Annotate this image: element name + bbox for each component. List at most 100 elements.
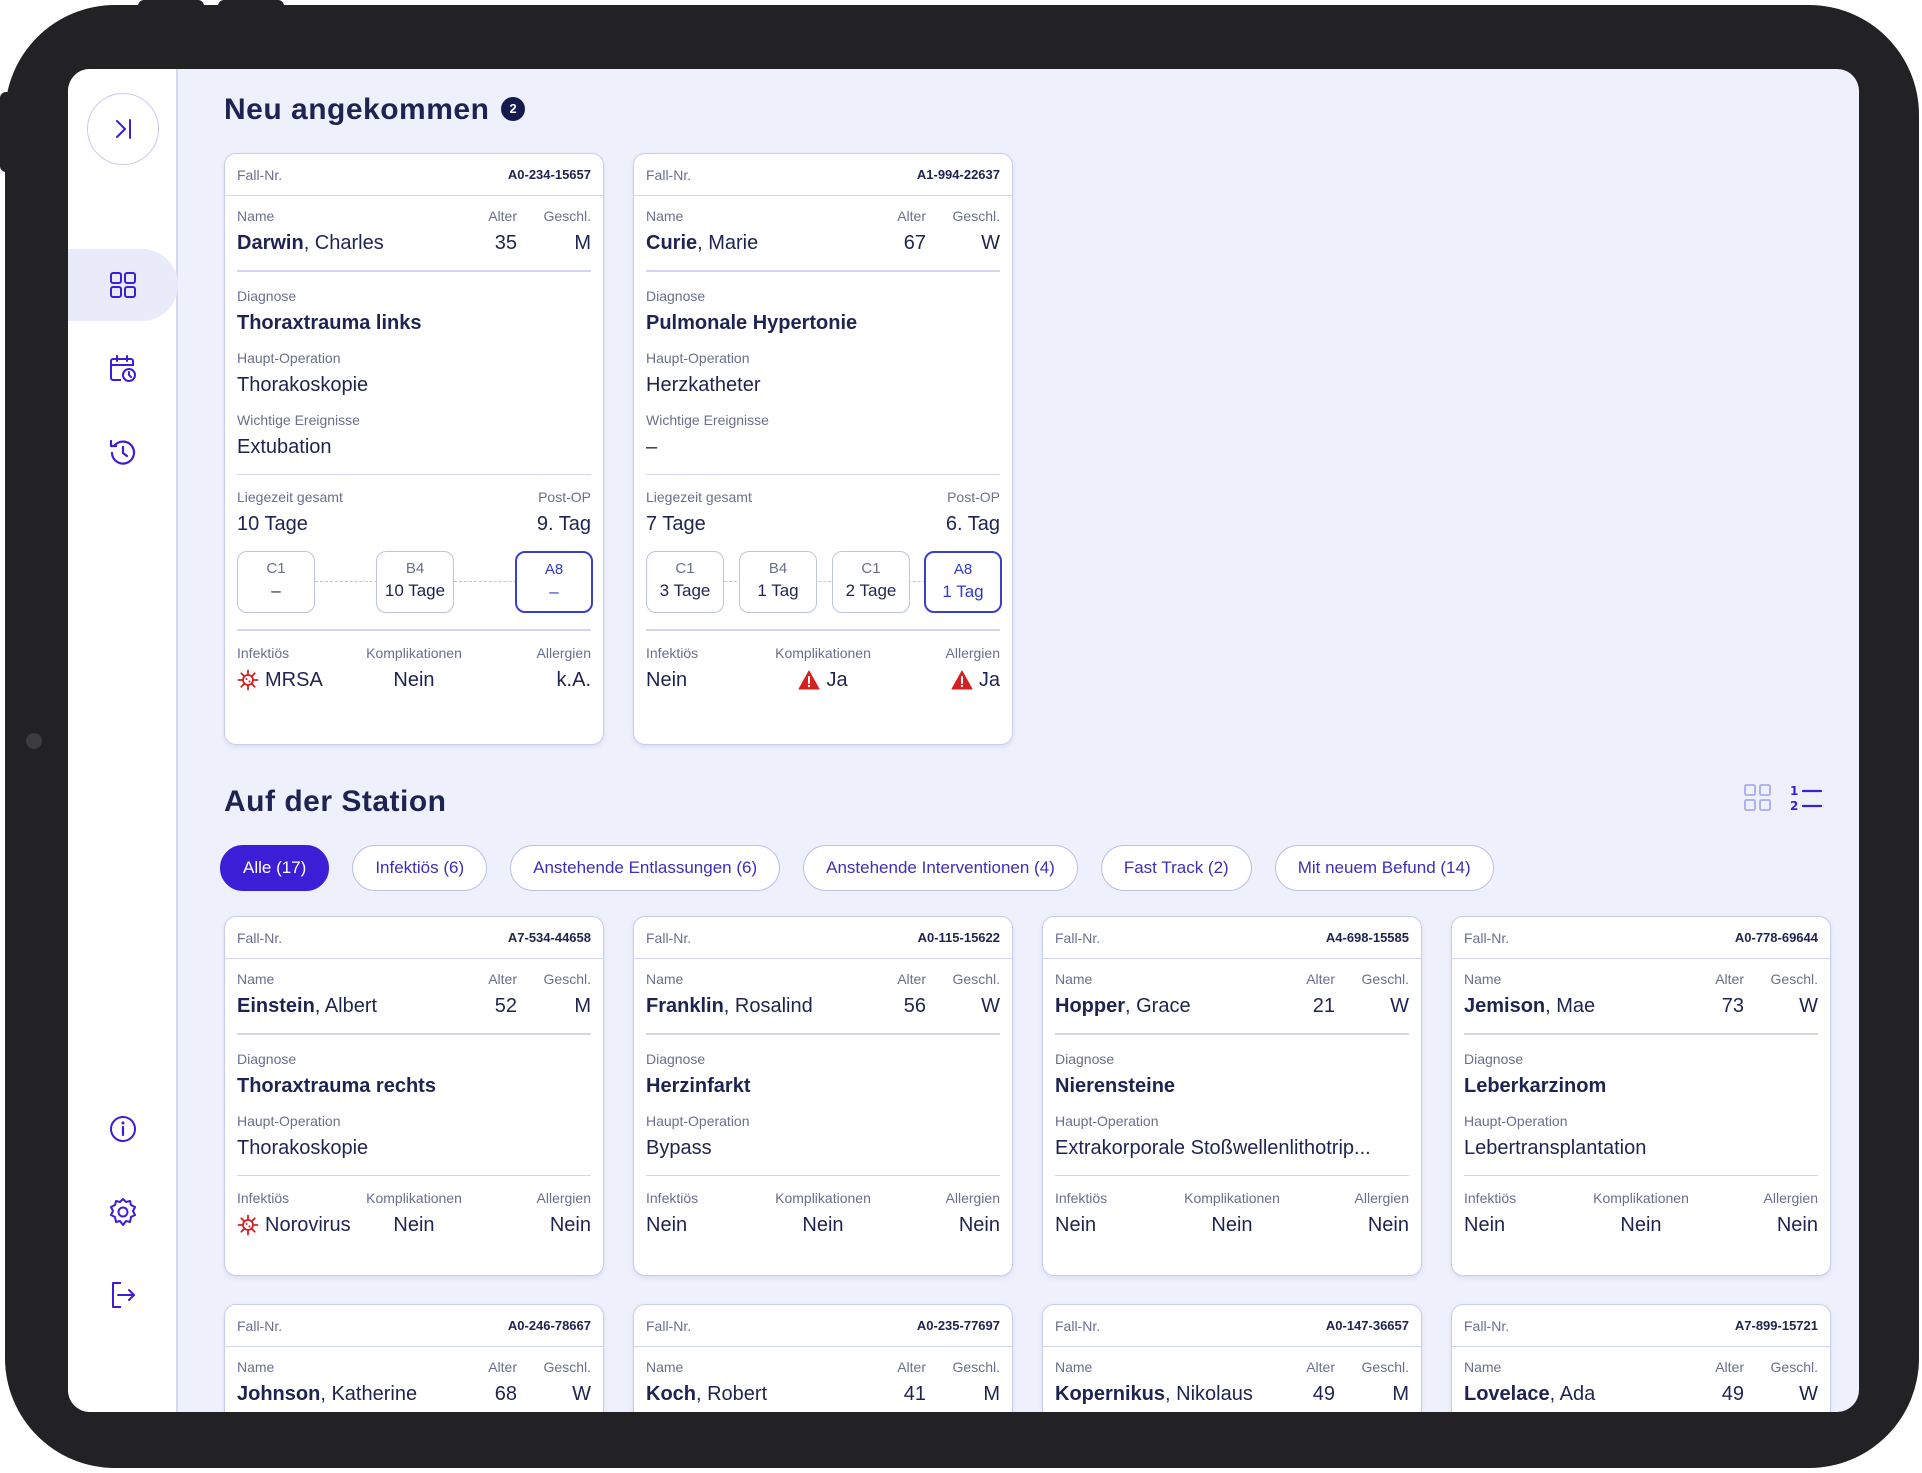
station-chip[interactable]: B4 10 Tage: [376, 551, 454, 613]
name-row: Name Darwin, Charles Alter 35 Geschl. M: [237, 196, 591, 256]
patient-name: Kopernikus, Nikolaus: [1055, 1381, 1287, 1407]
expand-sidebar-button[interactable]: [87, 93, 159, 165]
patient-age: 73: [1721, 995, 1744, 1017]
patient-card[interactable]: Fall-Nr. A4-698-15585 Name Hopper, Grace …: [1042, 916, 1422, 1276]
station-section-title: Auf der Station: [224, 785, 447, 818]
operation-value: Thorakoskopie: [237, 373, 369, 396]
sex-label: Geschl.: [952, 971, 1000, 987]
case-no-label: Fall-Nr.: [237, 1317, 283, 1334]
sidebar-item-history[interactable]: [68, 417, 178, 489]
name-label: Name: [1464, 1359, 1502, 1375]
station-code: C1: [675, 560, 695, 577]
postop-label: Post-OP: [947, 489, 1000, 505]
filter-chip-fast-track[interactable]: Fast Track (2): [1100, 845, 1252, 891]
age-label: Alter: [897, 1359, 926, 1375]
filter-chip-interventions[interactable]: Anstehende Interventionen (4): [803, 845, 1078, 891]
sex-label: Geschl.: [952, 1359, 1000, 1375]
patient-sex: W: [1799, 995, 1818, 1017]
complications-label: Komplikationen: [1593, 1190, 1689, 1206]
card-header: Fall-Nr. A4-698-15585: [1043, 917, 1421, 959]
divider: [237, 629, 591, 631]
case-no-label: Fall-Nr.: [1055, 1317, 1101, 1334]
sidebar-item-calendar[interactable]: [68, 333, 178, 405]
filter-chip-discharges[interactable]: Anstehende Entlassungen (6): [510, 845, 781, 891]
station-chip-current[interactable]: A8 1 Tag: [924, 551, 1002, 613]
operation-value: Bypass: [646, 1136, 712, 1159]
case-no-value: A0-147-36657: [1325, 1318, 1409, 1333]
operation-label: Haupt-Operation: [646, 349, 750, 366]
view-toggle: 12: [1743, 783, 1823, 813]
patient-age: 56: [903, 995, 926, 1017]
patient-card[interactable]: Fall-Nr. A7-899-15721 Name Lovelace, Ada …: [1451, 1304, 1831, 1412]
patient-age: 41: [903, 1383, 926, 1405]
card-header: Fall-Nr. A1-994-22637: [634, 154, 1012, 196]
allergies-value: Nein: [549, 1214, 591, 1236]
grid-view-icon[interactable]: [1743, 783, 1773, 813]
station-chip[interactable]: B4 1 Tag: [739, 551, 817, 613]
name-row: Name Koch, Robert Alter 41 Geschl. M: [646, 1347, 1000, 1407]
patient-card[interactable]: Fall-Nr. A0-147-36657 Name Kopernikus, Ni…: [1042, 1304, 1422, 1412]
name-label: Name: [646, 971, 684, 987]
patient-name: Koch, Robert: [646, 1381, 878, 1407]
divider: [1464, 1174, 1818, 1176]
history-icon: [109, 439, 136, 465]
patient-age: 49: [1312, 1383, 1335, 1405]
events-label: Wichtige Ereignisse: [646, 411, 769, 428]
stay-label: Liegezeit gesamt: [646, 489, 752, 505]
sidebar-item-dashboard[interactable]: [68, 249, 178, 321]
events-value: Extubation: [237, 435, 332, 458]
case-no-value: A7-899-15721: [1734, 1318, 1818, 1333]
virus-icon: [237, 1214, 259, 1236]
diagnosis-label: Diagnose: [237, 1050, 297, 1067]
name-label: Name: [1464, 971, 1502, 987]
patient-card[interactable]: Fall-Nr. A7-534-44658 Name Einstein, Albe…: [224, 916, 604, 1276]
filter-chip-all[interactable]: Alle (17): [220, 845, 330, 891]
infectious-label: Infektiös: [1055, 1190, 1108, 1206]
station-chip[interactable]: C1 2 Tage: [832, 551, 910, 613]
postop-value: 9. Tag: [536, 513, 591, 535]
patient-card[interactable]: Fall-Nr. A0-778-69644 Name Jemison, Mae A…: [1451, 916, 1831, 1276]
patient-name: Jemison, Mae: [1464, 993, 1696, 1019]
patient-card[interactable]: Fall-Nr. A0-115-15622 Name Franklin, Rosa…: [633, 916, 1013, 1276]
diagnosis-value: Thoraxtrauma rechts: [237, 1074, 436, 1097]
patient-card-new[interactable]: Fall-Nr. A1-994-22637 Name Curie, Marie A…: [633, 153, 1013, 745]
patient-age: 68: [494, 1383, 517, 1405]
complications-value: Nein: [393, 668, 435, 691]
camera: [26, 733, 42, 749]
case-no-label: Fall-Nr.: [646, 1317, 692, 1334]
complications-label: Komplikationen: [366, 644, 462, 661]
complications-value: Nein: [393, 1214, 435, 1236]
numbered-list-view-icon[interactable]: 12: [1789, 783, 1823, 813]
complications-label: Komplikationen: [1184, 1190, 1280, 1206]
diagnosis-label: Diagnose: [646, 287, 706, 304]
stay-label: Liegezeit gesamt: [237, 489, 343, 505]
station-code: A8: [544, 561, 564, 578]
card-header: Fall-Nr. A7-534-44658: [225, 917, 603, 959]
patient-card[interactable]: Fall-Nr. A0-235-77697 Name Koch, Robert A…: [633, 1304, 1013, 1412]
sidebar-item-settings[interactable]: [68, 1176, 178, 1248]
station-chip[interactable]: C1 –: [237, 551, 315, 613]
patient-card-new[interactable]: Fall-Nr. A0-234-15657 Name Darwin, Charle…: [224, 153, 604, 745]
sidebar-item-logout[interactable]: [68, 1259, 178, 1331]
case-no-value: A4-698-15585: [1325, 930, 1409, 945]
divider: [237, 1033, 591, 1035]
case-no-label: Fall-Nr.: [1055, 929, 1101, 946]
infectious-value: Nein: [1055, 1214, 1097, 1236]
case-no-value: A0-234-15657: [507, 167, 591, 182]
patient-last-name: Darwin: [237, 232, 304, 254]
sex-label: Geschl.: [1361, 1359, 1409, 1375]
age-label: Alter: [488, 1359, 517, 1375]
station-chip-current[interactable]: A8 –: [515, 551, 593, 613]
name-label: Name: [646, 208, 684, 224]
card-header: Fall-Nr. A0-234-15657: [225, 154, 603, 196]
case-no-value: A0-246-78667: [507, 1318, 591, 1333]
patient-card[interactable]: Fall-Nr. A0-246-78667 Name Johnson, Kathe…: [224, 1304, 604, 1412]
diagnosis-value: Thoraxtrauma links: [237, 311, 422, 334]
filter-chip-infectious[interactable]: Infektiös (6): [352, 845, 488, 891]
patient-last-name: Franklin: [646, 995, 724, 1017]
station-chip[interactable]: C1 3 Tage: [646, 551, 724, 613]
filter-chip-new-findings[interactable]: Mit neuem Befund (14): [1274, 845, 1494, 891]
patient-first-name: , Ada: [1549, 1383, 1596, 1405]
stay-value: 7 Tage: [646, 513, 706, 535]
sidebar-item-info[interactable]: [68, 1093, 178, 1165]
